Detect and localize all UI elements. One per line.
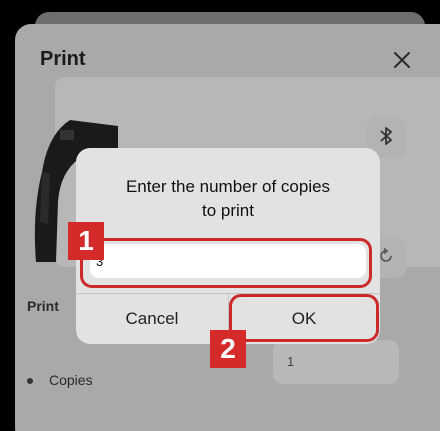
sheet-title: Print xyxy=(40,48,86,70)
copies-value-field[interactable]: 1 xyxy=(273,340,399,384)
step-2-badge: 2 xyxy=(210,330,246,368)
ok-highlight xyxy=(229,294,379,342)
dialog-title-line-2: to print xyxy=(202,201,254,220)
dialog-title-line-1: Enter the number of copies xyxy=(125,177,331,196)
cancel-button[interactable]: Cancel xyxy=(76,294,228,344)
input-highlight xyxy=(80,238,372,288)
print-section-label: Print xyxy=(27,298,59,314)
bluetooth-icon xyxy=(379,126,393,151)
copies-label: Copies xyxy=(49,372,93,388)
bullet-icon xyxy=(27,378,33,385)
step-1-badge: 1 xyxy=(68,222,104,260)
close-icon[interactable] xyxy=(388,46,416,74)
dialog-title: Enter the number of copies to print xyxy=(76,175,380,223)
copies-value: 1 xyxy=(287,354,295,369)
copies-row: Copies xyxy=(27,372,93,388)
